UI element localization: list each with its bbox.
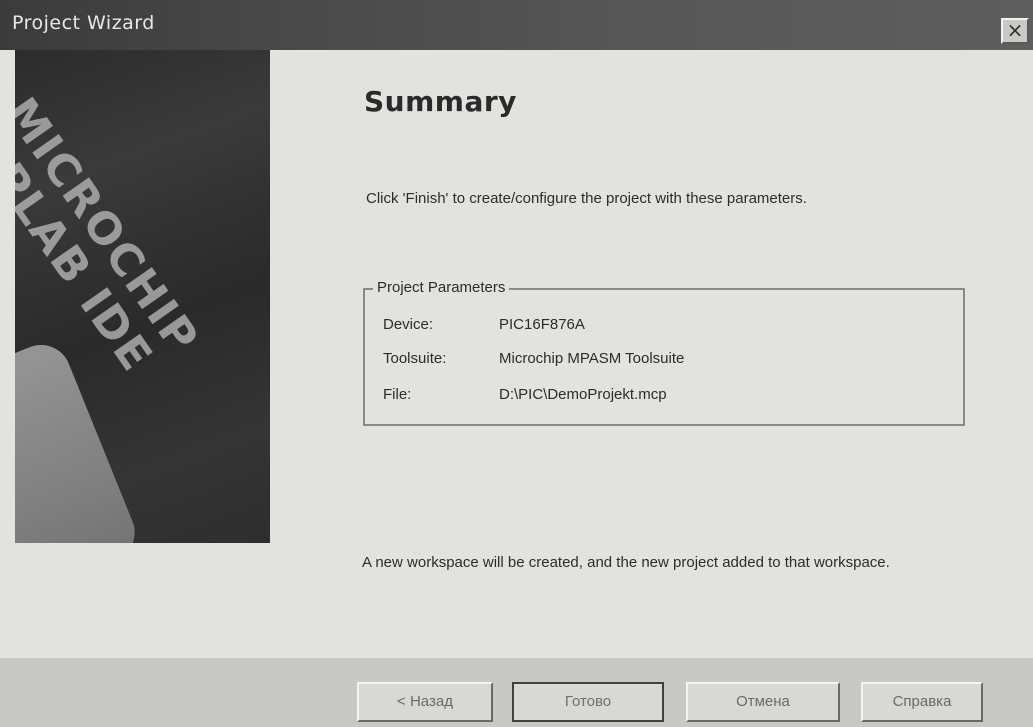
workspace-note: A new workspace will be created, and the…: [362, 554, 890, 571]
param-label: Toolsuite:: [383, 350, 447, 367]
project-wizard-window: Project Wizard × MICROCHIP MPLAB IDE Sum…: [0, 0, 1033, 727]
project-parameters-group: Project Parameters Device: PIC16F876A Too…: [363, 279, 965, 426]
param-label: Device:: [383, 316, 434, 333]
window-title: Project Wizard: [12, 12, 155, 34]
param-value: D:\PIC\DemoProjekt.mcp: [499, 386, 667, 403]
param-row-toolsuite: Toolsuite: Microchip MPASM Toolsuite: [383, 350, 684, 367]
title-bar[interactable]: Project Wizard ×: [0, 0, 1033, 50]
param-row-device: Device: PIC16F876A: [383, 316, 585, 333]
help-button[interactable]: Справка: [861, 682, 983, 722]
page-title: Summary: [364, 85, 517, 118]
wizard-side-image: MICROCHIP MPLAB IDE: [15, 50, 270, 543]
close-button[interactable]: ×: [1001, 18, 1029, 44]
close-icon: ×: [1006, 18, 1024, 42]
back-button[interactable]: < Назад: [357, 682, 493, 722]
param-label: File:: [383, 386, 412, 403]
param-value: PIC16F876A: [499, 316, 585, 333]
param-row-file: File: D:\PIC\DemoProjekt.mcp: [383, 386, 667, 403]
param-value: Microchip MPASM Toolsuite: [499, 350, 685, 367]
button-bar: < Назад Готово Отмена Справка: [0, 658, 1033, 727]
group-title: Project Parameters: [373, 279, 510, 296]
instruction-text: Click 'Finish' to create/configure the p…: [366, 190, 807, 207]
finish-button[interactable]: Готово: [512, 682, 664, 722]
cancel-button[interactable]: Отмена: [686, 682, 840, 722]
